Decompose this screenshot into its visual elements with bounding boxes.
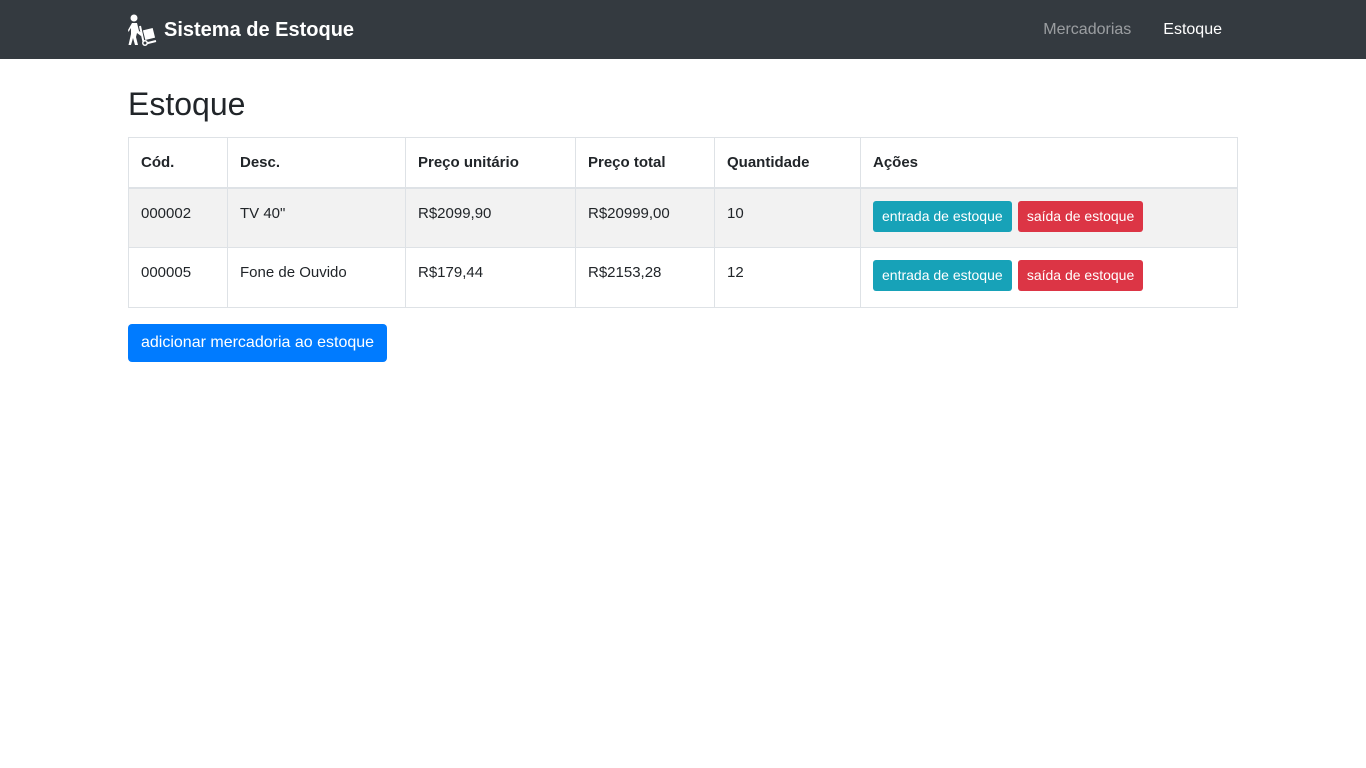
brand-text: Sistema de Estoque [164,19,355,41]
header-row: Cód. Desc. Preço unitário Preço total Qu… [128,137,1238,189]
cell-quantity: 10 [714,187,861,248]
stock-table: Cód. Desc. Preço unitário Preço total Qu… [128,137,1238,308]
stock-exit-button[interactable]: saída de estoque [1017,200,1144,232]
header-code: Cód. [128,137,228,189]
stock-entry-button[interactable]: entrada de estoque [873,200,1012,232]
cell-actions: entrada de estoque saída de estoque [860,187,1238,248]
navbar: Sistema de Estoque Mercadorias Estoque [0,0,1366,59]
main-content: Estoque Cód. Desc. Preço unitário Preço … [128,59,1238,362]
table-header: Cód. Desc. Preço unitário Preço total Qu… [128,137,1238,189]
brand-link[interactable]: Sistema de Estoque [128,14,354,46]
cell-unit-price: R$2099,90 [405,187,576,248]
hand-truck-icon [128,14,157,46]
table-body: 000002 TV 40" R$2099,90 R$20999,00 10 en… [128,187,1238,308]
cell-desc: TV 40" [227,187,406,248]
cell-code: 000002 [128,187,228,248]
cell-total-price: R$2153,28 [575,247,715,308]
nav-links: Mercadorias Estoque [1011,0,1222,59]
page-title: Estoque [128,85,1238,137]
header-unit-price: Preço unitário [405,137,576,189]
cell-code: 000005 [128,247,228,308]
header-actions: Ações [860,137,1238,189]
cell-desc: Fone de Ouvido [227,247,406,308]
table-row: 000005 Fone de Ouvido R$179,44 R$2153,28… [128,247,1238,308]
cell-actions: entrada de estoque saída de estoque [860,247,1238,308]
header-quantity: Quantidade [714,137,861,189]
cell-unit-price: R$179,44 [405,247,576,308]
stock-exit-button[interactable]: saída de estoque [1017,260,1144,291]
cell-quantity: 12 [714,247,861,308]
nav-link-mercadorias[interactable]: Mercadorias [1043,21,1131,39]
add-merchandise-button[interactable]: adicionar mercadoria ao estoque [128,324,388,362]
header-total-price: Preço total [575,137,715,189]
stock-entry-button[interactable]: entrada de estoque [873,260,1012,291]
nav-link-estoque[interactable]: Estoque [1163,21,1222,39]
cell-total-price: R$20999,00 [575,187,715,248]
table-row: 000002 TV 40" R$2099,90 R$20999,00 10 en… [128,187,1238,248]
header-desc: Desc. [227,137,406,189]
page-title-text: Estoque [128,86,246,122]
